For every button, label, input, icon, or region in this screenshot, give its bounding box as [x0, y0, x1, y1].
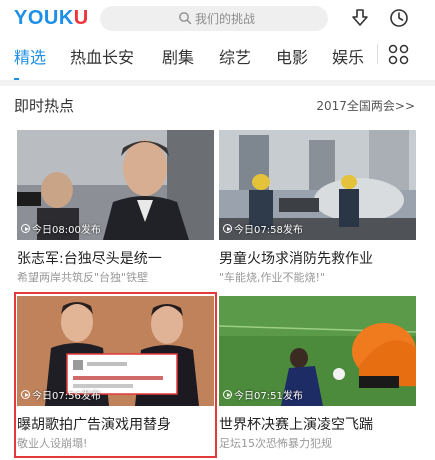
video-subtitle: "车能烧,作业不能烧!": [219, 271, 326, 284]
play-icon: [21, 224, 30, 233]
video-card[interactable]: 今日07:58发布 男童火场求消防先救作业 "车能烧,作业不能烧!": [219, 130, 416, 284]
video-subtitle: 希望两岸共筑反"台独"铁壁: [17, 271, 149, 284]
logo-text: YOUK: [14, 7, 74, 29]
video-title[interactable]: 男童火场求消防先救作业: [219, 248, 373, 268]
section-separator: [0, 80, 435, 86]
highlight-box: [14, 292, 217, 458]
video-subtitle: 足坛15次恐怖暴力犯规: [219, 437, 332, 450]
grid-menu-icon[interactable]: [388, 44, 409, 65]
top-bar: YOUKU 我们的挑战: [0, 0, 435, 36]
tab-movies[interactable]: 电影: [276, 44, 308, 68]
tabs-divider: [377, 44, 378, 64]
history-clock-icon[interactable]: [389, 8, 409, 28]
publish-time: 今日07:51发布: [234, 391, 303, 402]
video-thumbnail[interactable]: 今日07:58发布: [219, 130, 416, 240]
video-title[interactable]: 世界杯决赛上演凌空飞踹: [219, 414, 373, 434]
channel-tabs: 精选 热血长安 剧集 综艺 电影 娱乐: [0, 38, 435, 74]
publish-time-badge: 今日07:51发布: [223, 387, 303, 402]
section-title: 即时热点: [14, 97, 75, 115]
play-icon: [223, 224, 232, 233]
tab-series[interactable]: 剧集: [162, 44, 194, 68]
search-icon: [179, 12, 192, 25]
logo-text-tail: U: [73, 7, 89, 29]
video-card[interactable]: 今日07:51发布 世界杯决赛上演凌空飞踹 足坛15次恐怖暴力犯规: [219, 296, 416, 450]
play-icon: [223, 390, 232, 399]
video-thumbnail[interactable]: 今日07:51发布: [219, 296, 416, 406]
youku-logo[interactable]: YOUKU: [14, 7, 89, 30]
search-bar[interactable]: 我们的挑战: [100, 6, 328, 31]
tab-entertainment[interactable]: 娱乐: [332, 44, 364, 68]
tab-featured[interactable]: 精选: [14, 44, 46, 68]
section-more-link[interactable]: 2017全国两会>>: [316, 97, 415, 114]
publish-time: 今日08:00发布: [32, 225, 101, 236]
publish-time-badge: 今日07:58发布: [223, 221, 303, 236]
download-icon[interactable]: [350, 8, 370, 28]
video-thumbnail[interactable]: 今日08:00发布: [17, 130, 214, 240]
video-title[interactable]: 张志军:台独尽头是统一: [17, 248, 162, 268]
video-card[interactable]: 今日08:00发布 张志军:台独尽头是统一 希望两岸共筑反"台独"铁壁: [17, 130, 214, 284]
tab-variety[interactable]: 综艺: [219, 44, 251, 68]
publish-time-badge: 今日08:00发布: [21, 221, 101, 236]
publish-time: 今日07:58发布: [234, 225, 303, 236]
tab-rexue-changan[interactable]: 热血长安: [70, 44, 134, 68]
search-placeholder: 我们的挑战: [195, 12, 256, 26]
